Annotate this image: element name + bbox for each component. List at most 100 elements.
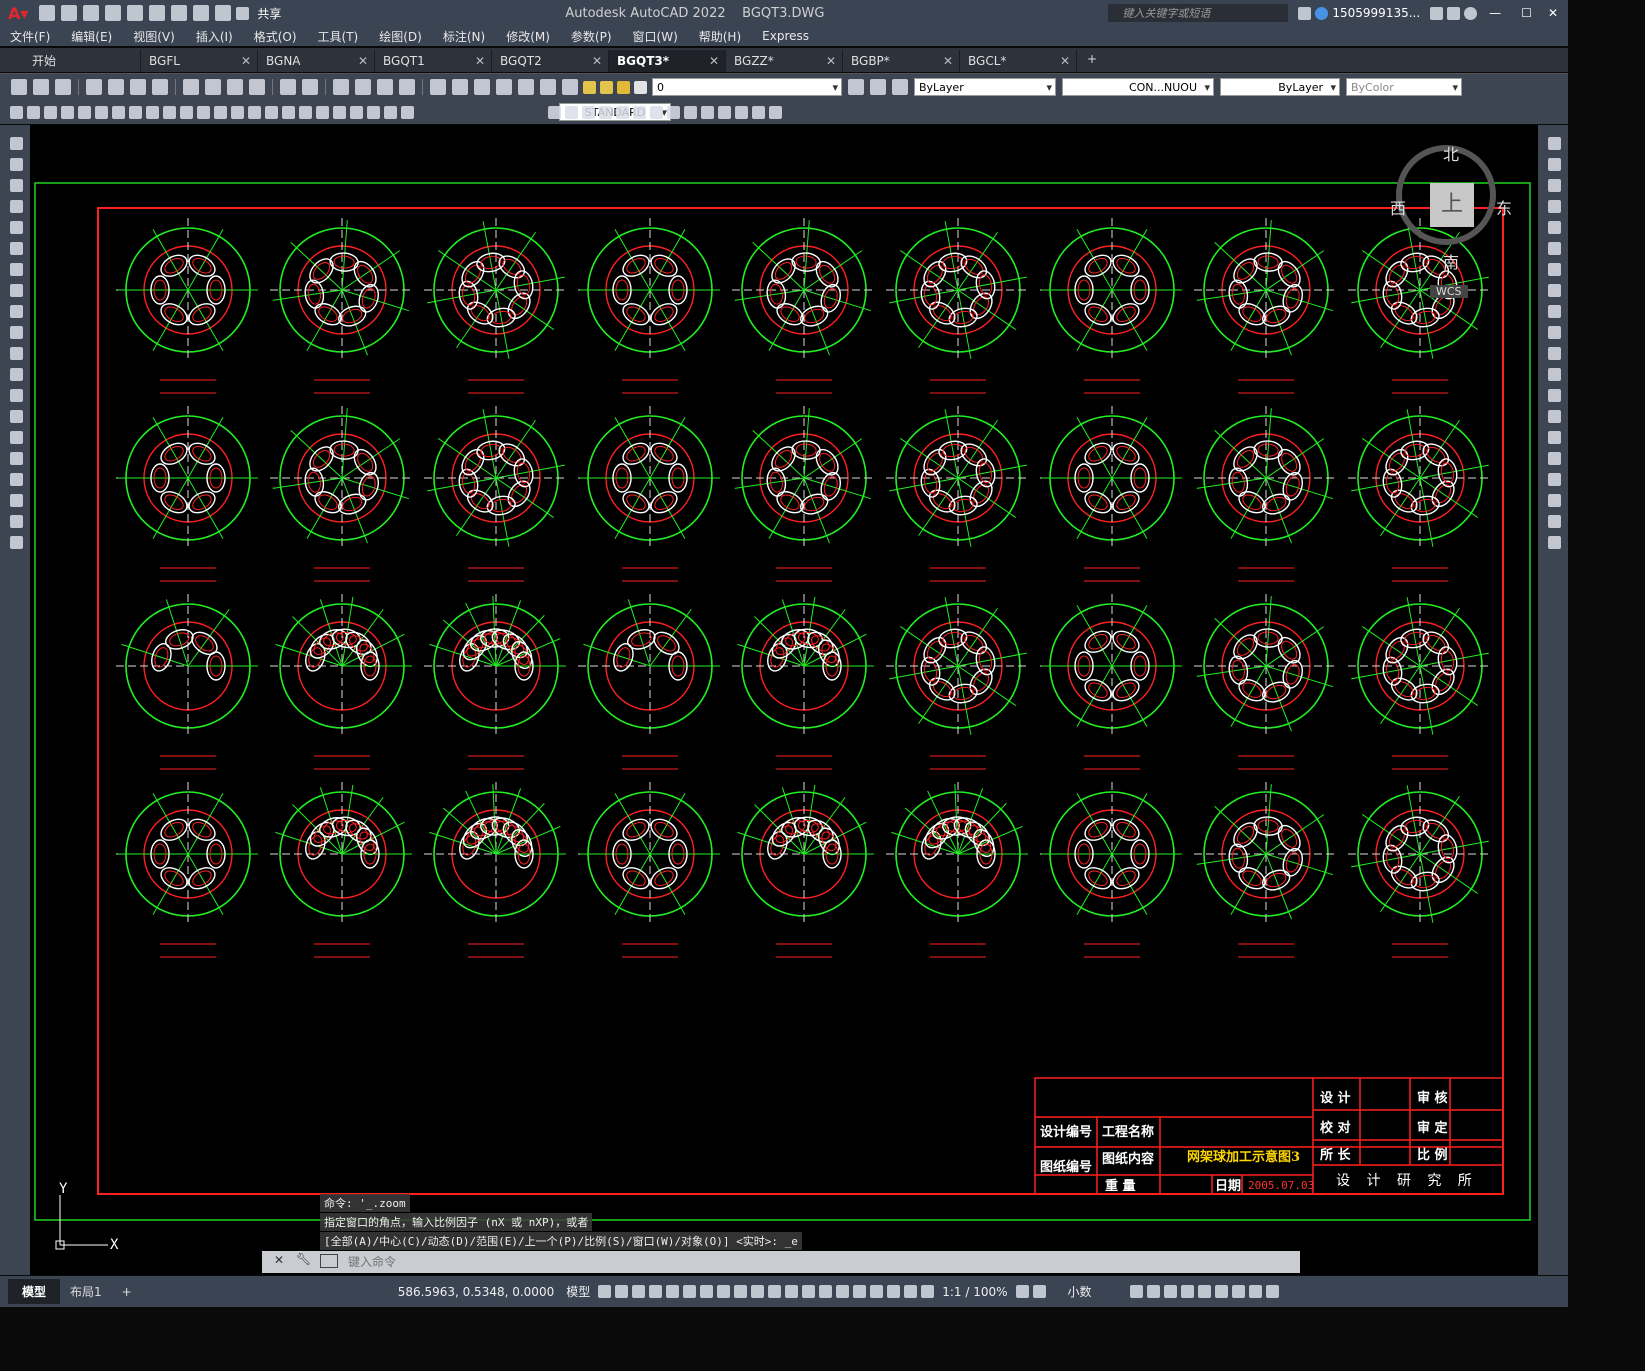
minimize-button[interactable]: —: [1489, 6, 1501, 20]
draw-tool-icon-14[interactable]: [248, 105, 261, 119]
gear-icon[interactable]: [1015, 1285, 1029, 1298]
leftbar-tool-icon-11[interactable]: [10, 368, 23, 381]
doc-tab-8[interactable]: BGCL* ✕: [960, 50, 1077, 72]
cmd-prompt-icon[interactable]: [320, 1254, 338, 1268]
draw-tool-icon-36[interactable]: [752, 105, 765, 119]
draw-tool-icon-24[interactable]: [548, 105, 561, 119]
leftbar-tool-icon-14[interactable]: [10, 431, 23, 444]
status-right-icon-8[interactable]: [1265, 1285, 1279, 1298]
leftbar-tool-icon-12[interactable]: [10, 389, 23, 402]
close-button[interactable]: ✕: [1548, 6, 1558, 20]
draw-tool-icon-29[interactable]: [633, 105, 646, 119]
maximize-button[interactable]: ☐: [1521, 6, 1532, 20]
rightbar-tool-icon-12[interactable]: [1548, 389, 1561, 402]
leftbar-tool-icon-18[interactable]: [10, 515, 23, 528]
status-right-icon-1[interactable]: [1146, 1285, 1160, 1298]
draw-tool-icon-35[interactable]: [735, 105, 748, 119]
draw-tool-icon-30[interactable]: [650, 105, 663, 119]
rightbar-tool-icon-11[interactable]: [1548, 368, 1561, 381]
tab-close-icon[interactable]: ✕: [358, 50, 368, 72]
color-dropdown[interactable]: ByLayer: [914, 78, 1056, 96]
model-tab[interactable]: 模型: [8, 1279, 61, 1304]
undo-icon[interactable]: [193, 5, 210, 21]
copy-icon[interactable]: [205, 79, 221, 95]
viewcube-north[interactable]: 北: [1443, 141, 1459, 165]
menu-item-6[interactable]: 绘图(D): [379, 28, 422, 45]
draw-tool-icon-9[interactable]: [163, 105, 176, 119]
draw-tool-icon-2[interactable]: [44, 105, 57, 119]
rightbar-tool-icon-7[interactable]: [1548, 284, 1561, 297]
doc-tab-5[interactable]: BGQT3* ✕: [609, 50, 726, 72]
units-selector[interactable]: 小数: [1068, 1283, 1092, 1300]
status-toggle-icon-13[interactable]: [819, 1285, 833, 1298]
draw-tool-icon-27[interactable]: [599, 105, 612, 119]
calc-icon[interactable]: [540, 79, 556, 95]
draw-tool-icon-10[interactable]: [180, 105, 193, 119]
menu-item-12[interactable]: Express: [762, 29, 809, 43]
menu-item-9[interactable]: 参数(P): [571, 28, 612, 45]
status-toggle-icon-1[interactable]: [615, 1285, 629, 1298]
drawing-svg[interactable]: 设 计 审 核 校 对 审 定 所 长 比 例 设计编号 工程名称 图纸编号 图…: [30, 125, 1538, 1275]
doc-tab-0[interactable]: 开始: [24, 50, 141, 72]
globe-icon[interactable]: [152, 79, 168, 95]
draw-tool-icon-13[interactable]: [231, 105, 244, 119]
search-box[interactable]: 键入关键字或短语: [1108, 4, 1289, 22]
tab-close-icon[interactable]: ✕: [475, 50, 485, 72]
zoom-realtime-icon[interactable]: [355, 79, 371, 95]
rightbar-tool-icon-4[interactable]: [1548, 221, 1561, 234]
rightbar-tool-icon-2[interactable]: [1548, 179, 1561, 192]
user-icon[interactable]: [1315, 6, 1329, 20]
leftbar-tool-icon-6[interactable]: [10, 263, 23, 276]
tab-close-icon[interactable]: ✕: [241, 50, 251, 72]
status-toggle-icon-11[interactable]: [785, 1285, 799, 1298]
leftbar-tool-icon-10[interactable]: [10, 347, 23, 360]
status-right-icon-0[interactable]: [1129, 1285, 1143, 1298]
menu-item-7[interactable]: 标注(N): [443, 28, 485, 45]
lock-icon[interactable]: [617, 80, 630, 94]
qnew-icon[interactable]: [11, 79, 27, 95]
leftbar-tool-icon-9[interactable]: [10, 326, 23, 339]
draw-tool-icon-3[interactable]: [61, 105, 74, 119]
rightbar-tool-icon-13[interactable]: [1548, 410, 1561, 423]
menu-item-4[interactable]: 格式(O): [254, 28, 297, 45]
web-open-icon[interactable]: [127, 5, 144, 21]
status-right-icon-3[interactable]: [1180, 1285, 1194, 1298]
lineweight-dropdown[interactable]: ByLayer: [1220, 78, 1340, 96]
status-toggle-icon-4[interactable]: [666, 1285, 680, 1298]
draw-tool-icon-7[interactable]: [129, 105, 142, 119]
save-file-icon[interactable]: [55, 79, 71, 95]
doc-tab-7[interactable]: BGBP* ✕: [843, 50, 960, 72]
user-name[interactable]: 1505999135...: [1332, 6, 1420, 20]
model-space-button[interactable]: 模型: [566, 1283, 590, 1300]
status-toggle-icon-5[interactable]: [683, 1285, 697, 1298]
rightbar-tool-icon-15[interactable]: [1548, 452, 1561, 465]
design-center-icon[interactable]: [452, 79, 468, 95]
share-button[interactable]: 共享: [257, 5, 281, 22]
help-icon[interactable]: [1464, 6, 1478, 20]
help-tb-icon[interactable]: [562, 79, 578, 95]
match-prop-icon[interactable]: [249, 79, 265, 95]
status-right-icon-6[interactable]: [1231, 1285, 1245, 1298]
rightbar-tool-icon-17[interactable]: [1548, 494, 1561, 507]
status-toggle-icon-9[interactable]: [751, 1285, 765, 1298]
menu-item-3[interactable]: 插入(I): [196, 28, 233, 45]
bulb-icon[interactable]: [583, 80, 596, 94]
doc-tab-1[interactable]: BGFL ✕: [141, 50, 258, 72]
status-toggle-icon-18[interactable]: [904, 1285, 918, 1298]
cut-icon[interactable]: [183, 79, 199, 95]
menu-item-11[interactable]: 帮助(H): [699, 28, 741, 45]
leftbar-tool-icon-4[interactable]: [10, 221, 23, 234]
draw-tool-icon-17[interactable]: [299, 105, 312, 119]
status-toggle-icon-3[interactable]: [649, 1285, 663, 1298]
rightbar-tool-icon-8[interactable]: [1548, 305, 1561, 318]
linetype-dropdown[interactable]: CON...NUOU: [1062, 78, 1214, 96]
leftbar-tool-icon-0[interactable]: [10, 137, 23, 150]
tool-palettes-icon[interactable]: [474, 79, 490, 95]
leftbar-tool-icon-13[interactable]: [10, 410, 23, 423]
doc-tab-3[interactable]: BGQT1 ✕: [375, 50, 492, 72]
draw-tool-icon-11[interactable]: [197, 105, 210, 119]
markup-icon[interactable]: [518, 79, 534, 95]
draw-tool-icon-0[interactable]: [10, 105, 23, 119]
rightbar-tool-icon-5[interactable]: [1548, 242, 1561, 255]
draw-tool-icon-26[interactable]: [582, 105, 595, 119]
